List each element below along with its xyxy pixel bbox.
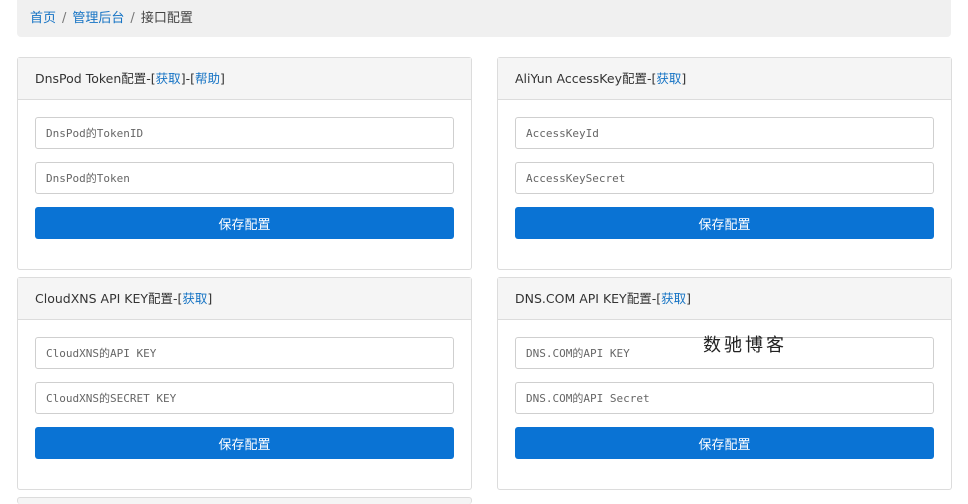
watermark-text: 数驰博客 xyxy=(703,335,787,356)
aliyun-panel-body: 保存配置 xyxy=(498,100,951,239)
cloudxns-panel-heading: CloudXNS API KEY配置-[获取] xyxy=(18,278,471,320)
aliyun-accesskeysecret-input[interactable] xyxy=(515,162,934,194)
cloudxns-apikey-input[interactable] xyxy=(35,337,454,369)
dnspod-panel-heading: DnsPod Token配置-[获取]-[帮助] xyxy=(18,58,471,100)
dnspod-tokenid-input[interactable] xyxy=(35,117,454,149)
heading-bracket: -[ xyxy=(173,291,183,306)
aliyun-panel-heading: AliYun AccessKey配置-[获取] xyxy=(498,58,951,100)
cloudxns-panel-title: CloudXNS API KEY配置 xyxy=(35,291,174,306)
dnspod-panel-body: 保存配置 xyxy=(18,100,471,239)
breadcrumb-home-link[interactable]: 首页 xyxy=(30,11,56,26)
next-panel-partial xyxy=(17,497,472,504)
dnscom-panel-title: DNS.COM API KEY配置 xyxy=(515,291,652,306)
heading-bracket: ] xyxy=(681,71,687,86)
breadcrumb-separator: / xyxy=(130,11,135,26)
heading-bracket: -[ xyxy=(651,291,662,306)
dnscom-save-button[interactable]: 保存配置 xyxy=(515,427,934,459)
cloudxns-secretkey-input[interactable] xyxy=(35,382,454,414)
heading-bracket: ]-[ xyxy=(180,71,195,86)
aliyun-save-button[interactable]: 保存配置 xyxy=(515,207,934,239)
dnscom-apisecret-input[interactable] xyxy=(515,382,934,414)
heading-bracket: -[ xyxy=(146,71,156,86)
heading-bracket: -[ xyxy=(646,71,657,86)
aliyun-accesskeyid-input[interactable] xyxy=(515,117,934,149)
dnspod-save-button[interactable]: 保存配置 xyxy=(35,207,454,239)
breadcrumb-admin-link[interactable]: 管理后台 xyxy=(72,11,124,26)
cloudxns-panel: CloudXNS API KEY配置-[获取] 保存配置 xyxy=(17,277,472,490)
cloudxns-panel-body: 保存配置 xyxy=(18,320,471,459)
dnspod-panel: DnsPod Token配置-[获取]-[帮助] 保存配置 xyxy=(17,57,472,270)
dnscom-panel: DNS.COM API KEY配置-[获取] 保存配置 xyxy=(497,277,952,490)
heading-bracket: ] xyxy=(219,71,225,86)
dnscom-panel-heading: DNS.COM API KEY配置-[获取] xyxy=(498,278,951,320)
breadcrumb: 首页 / 管理后台 / 接口配置 xyxy=(17,0,951,37)
dnspod-panel-title: DnsPod Token配置 xyxy=(35,71,147,86)
breadcrumb-separator: / xyxy=(62,11,67,26)
dnspod-get-link[interactable]: 获取 xyxy=(156,71,181,86)
heading-bracket: ] xyxy=(686,291,691,306)
cloudxns-save-button[interactable]: 保存配置 xyxy=(35,427,454,459)
cloudxns-get-link[interactable]: 获取 xyxy=(182,291,207,306)
dnscom-get-link[interactable]: 获取 xyxy=(661,291,686,306)
heading-bracket: ] xyxy=(207,291,213,306)
breadcrumb-current: 接口配置 xyxy=(140,11,193,26)
aliyun-panel-title: AliYun AccessKey配置 xyxy=(515,71,647,86)
aliyun-get-link[interactable]: 获取 xyxy=(656,71,681,86)
aliyun-panel: AliYun AccessKey配置-[获取] 保存配置 xyxy=(497,57,952,270)
dnspod-token-input[interactable] xyxy=(35,162,454,194)
dnspod-help-link[interactable]: 帮助 xyxy=(195,71,220,86)
